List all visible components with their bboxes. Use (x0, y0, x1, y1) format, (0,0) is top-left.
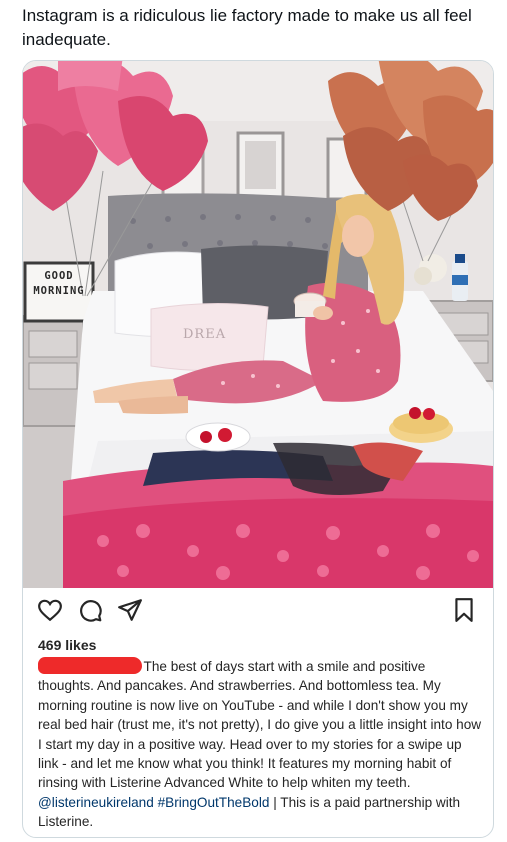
sign-line-2: MORNING (33, 285, 85, 297)
redacted-username (38, 657, 142, 674)
instagram-post-card[interactable]: GOOD MORNING DREA 469 likes The best of … (22, 60, 494, 838)
hashtag-link[interactable]: #BringOutTheBold (158, 795, 270, 810)
comment-icon[interactable] (77, 597, 103, 623)
sign-line-1: GOOD (44, 270, 74, 282)
caption-body: The best of days start with a smile and … (38, 659, 482, 791)
share-icon[interactable] (117, 597, 143, 623)
pillow-text: DREA (183, 327, 227, 342)
like-count[interactable]: 469 likes (38, 637, 96, 653)
post-actions (23, 597, 493, 629)
tweet-text: Instagram is a ridiculous lie factory ma… (22, 6, 472, 49)
post-photo: GOOD MORNING DREA (23, 61, 493, 588)
good-morning-sign: GOOD MORNING (27, 269, 91, 299)
heart-icon[interactable] (37, 597, 63, 623)
bookmark-icon[interactable] (451, 597, 477, 623)
mention-link[interactable]: @listerineukireland (38, 795, 154, 810)
post-caption: The best of days start with a smile and … (38, 657, 485, 832)
